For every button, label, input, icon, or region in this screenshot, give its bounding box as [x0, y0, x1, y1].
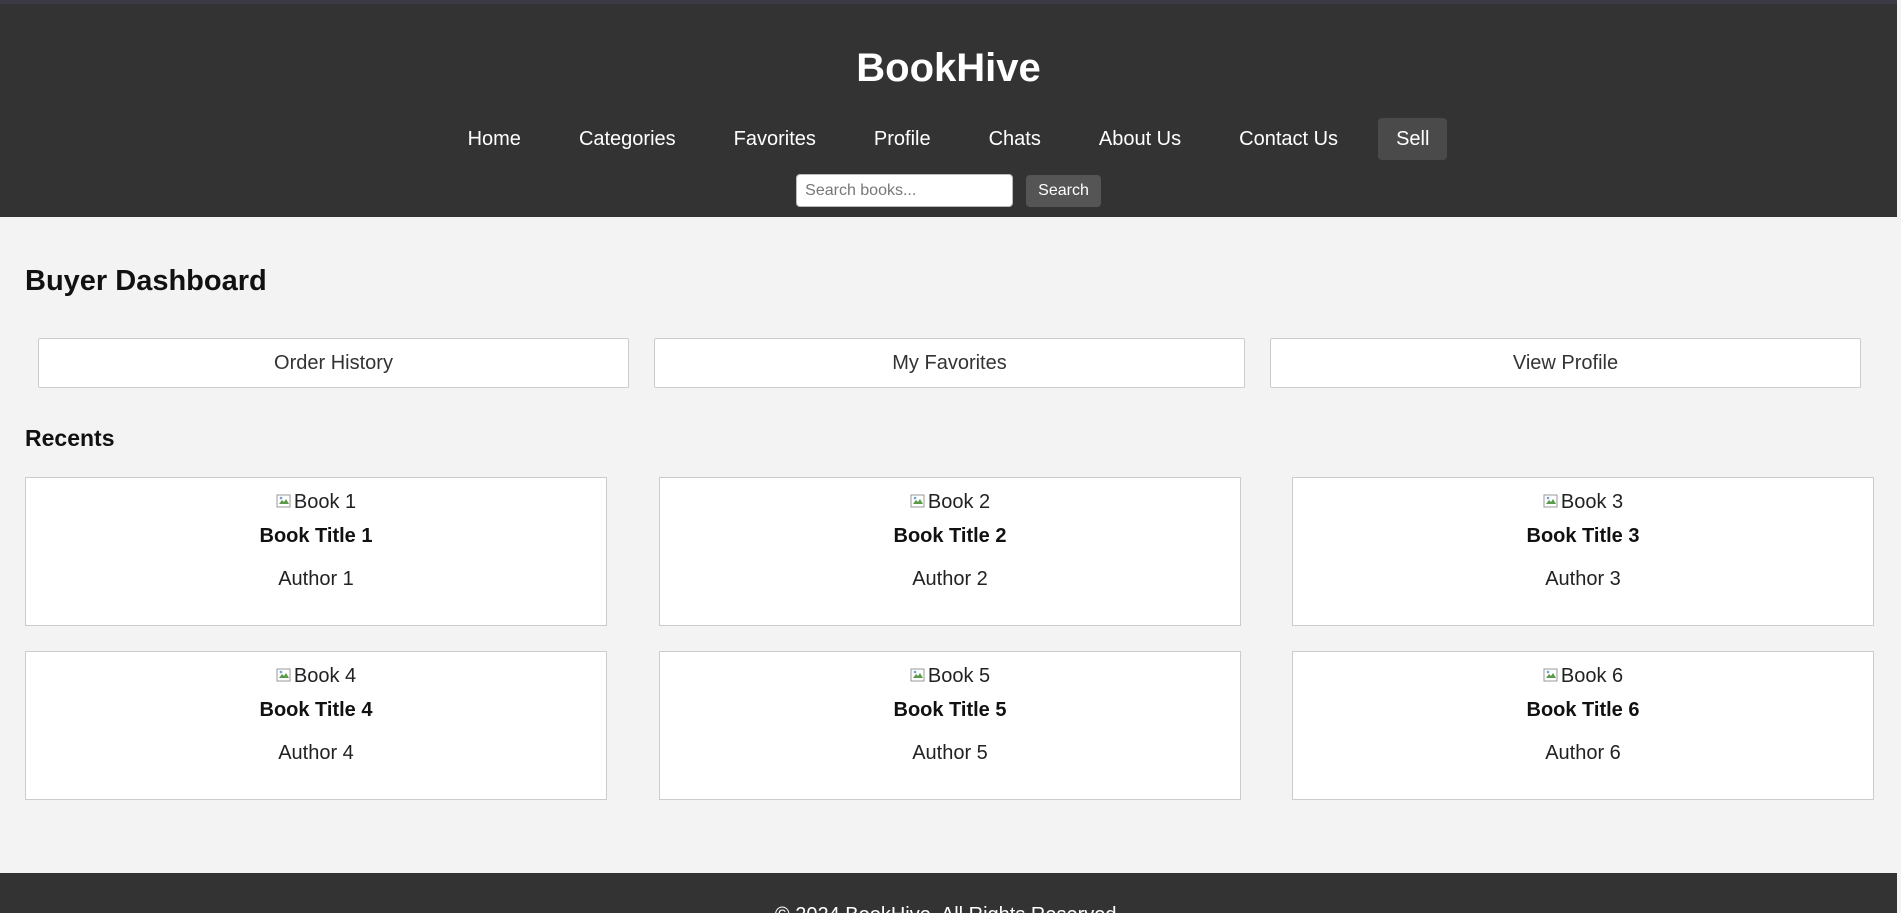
book-image: Book 5: [660, 664, 1240, 688]
nav-sell[interactable]: Sell: [1378, 118, 1448, 160]
search-button[interactable]: Search: [1026, 175, 1101, 207]
book-image: Book 2: [660, 490, 1240, 514]
book-image-alt: Book 5: [927, 665, 991, 687]
book-author: Author 6: [1545, 742, 1621, 764]
book-title: Book Title 4: [259, 699, 373, 721]
book-image-alt: Book 2: [927, 491, 991, 513]
book-image: Book 6: [1293, 664, 1873, 688]
book-title: Book Title 1: [259, 525, 373, 547]
book-card[interactable]: Book 2 Book Title 2 Author 2: [659, 477, 1241, 626]
site-header: BookHive Home Categories Favorites Profi…: [0, 0, 1897, 217]
book-author: Author 2: [912, 568, 988, 590]
book-image-alt: Book 3: [1560, 491, 1624, 513]
book-image: Book 4: [26, 664, 606, 688]
page-title: Buyer Dashboard: [25, 265, 267, 297]
nav-contact-us[interactable]: Contact Us: [1221, 118, 1356, 160]
book-image: Book 1: [26, 490, 606, 514]
search-bar: Search: [0, 174, 1897, 207]
my-favorites-button[interactable]: My Favorites: [654, 338, 1245, 388]
order-history-button[interactable]: Order History: [38, 338, 629, 388]
nav-profile[interactable]: Profile: [856, 118, 949, 160]
broken-image-icon: [1543, 668, 1558, 682]
nav-home[interactable]: Home: [450, 118, 539, 160]
book-card[interactable]: Book 3 Book Title 3 Author 3: [1292, 477, 1874, 626]
book-author: Author 4: [278, 742, 354, 764]
main-nav: Home Categories Favorites Profile Chats …: [0, 118, 1897, 160]
page: BookHive Home Categories Favorites Profi…: [0, 0, 1901, 913]
book-image-alt: Book 1: [293, 491, 357, 513]
broken-image-icon: [910, 494, 925, 508]
book-title: Book Title 2: [893, 525, 1007, 547]
book-image: Book 3: [1293, 490, 1873, 514]
book-author: Author 5: [912, 742, 988, 764]
site-footer: © 2024 BookHive. All Rights Reserved.: [0, 873, 1897, 913]
book-title: Book Title 5: [893, 699, 1007, 721]
book-title: Book Title 6: [1526, 699, 1640, 721]
scrollbar[interactable]: [1897, 0, 1901, 913]
view-profile-button[interactable]: View Profile: [1270, 338, 1861, 388]
search-input[interactable]: [796, 174, 1014, 207]
broken-image-icon: [910, 668, 925, 682]
nav-chats[interactable]: Chats: [971, 118, 1059, 160]
broken-image-icon: [1543, 494, 1558, 508]
book-image-alt: Book 4: [293, 665, 357, 687]
site-title: BookHive: [856, 46, 1041, 90]
book-author: Author 1: [278, 568, 354, 590]
book-card[interactable]: Book 6 Book Title 6 Author 6: [1292, 651, 1874, 800]
broken-image-icon: [276, 494, 291, 508]
book-author: Author 3: [1545, 568, 1621, 590]
recents-heading: Recents: [25, 425, 115, 451]
nav-categories[interactable]: Categories: [561, 118, 694, 160]
nav-favorites[interactable]: Favorites: [716, 118, 834, 160]
book-title: Book Title 3: [1526, 525, 1640, 547]
book-card[interactable]: Book 4 Book Title 4 Author 4: [25, 651, 607, 800]
broken-image-icon: [276, 668, 291, 682]
footer-copyright: © 2024 BookHive. All Rights Reserved.: [0, 903, 1897, 913]
book-image-alt: Book 6: [1560, 665, 1624, 687]
book-card[interactable]: Book 5 Book Title 5 Author 5: [659, 651, 1241, 800]
book-card[interactable]: Book 1 Book Title 1 Author 1: [25, 477, 607, 626]
nav-about-us[interactable]: About Us: [1081, 118, 1199, 160]
